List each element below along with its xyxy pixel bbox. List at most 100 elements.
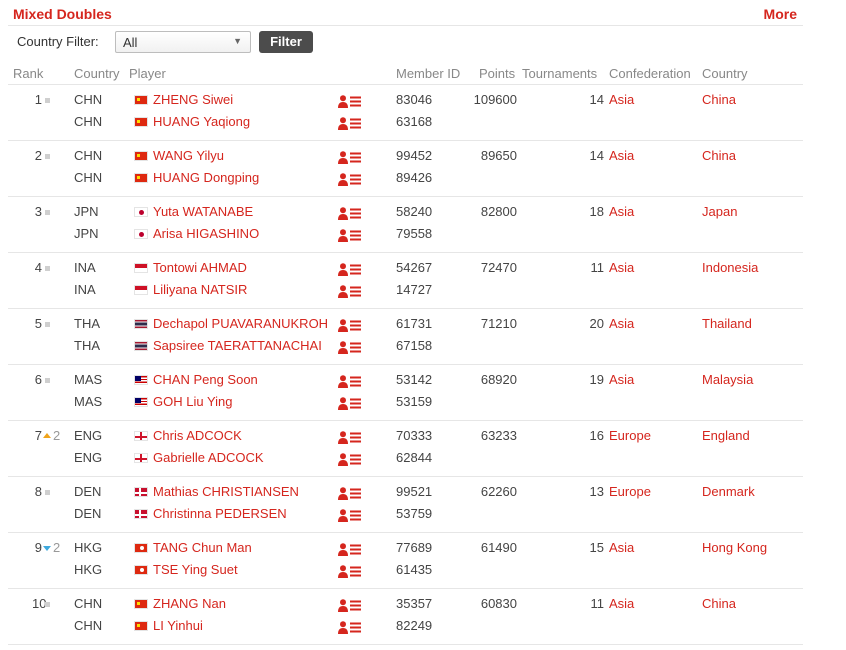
player-profile-icon[interactable] xyxy=(338,151,362,164)
player-profile-icon[interactable] xyxy=(338,341,362,354)
rank-unchanged-icon xyxy=(45,322,50,327)
country-link[interactable]: England xyxy=(702,428,750,443)
player-name-link[interactable]: ZHANG Nan xyxy=(153,596,226,611)
player-profile-icon[interactable] xyxy=(338,621,362,634)
player-profile-icon[interactable] xyxy=(338,375,362,388)
player-profile-icon[interactable] xyxy=(338,95,362,108)
confederation-link[interactable]: Asia xyxy=(609,204,634,219)
member-id: 61731 xyxy=(396,316,433,331)
player-name-link[interactable]: Chris ADCOCK xyxy=(153,428,242,443)
player-country-code: CHN xyxy=(74,92,103,107)
player-name-link[interactable]: Yuta WATANABE xyxy=(153,204,253,219)
eng-flag-icon xyxy=(134,431,148,441)
player-country-code: CHN xyxy=(74,170,103,185)
player-name-link[interactable]: CHAN Peng Soon xyxy=(153,372,258,387)
rank-unchanged-icon xyxy=(45,602,50,607)
player-profile-icon[interactable] xyxy=(338,487,362,500)
country-filter-select[interactable]: All ▼ xyxy=(115,31,251,53)
player-profile-icon[interactable] xyxy=(338,565,362,578)
player-name-link[interactable]: Christinna PEDERSEN xyxy=(153,506,287,521)
player-profile-icon[interactable] xyxy=(338,431,362,444)
country-link[interactable]: China xyxy=(702,148,736,163)
player-profile-icon[interactable] xyxy=(338,453,362,466)
country-link[interactable]: Hong Kong xyxy=(702,540,767,555)
player-name-link[interactable]: HUANG Yaqiong xyxy=(153,114,250,129)
player-name-link[interactable]: Dechapol PUAVARANUKROH xyxy=(153,316,328,331)
country-link[interactable]: China xyxy=(702,596,736,611)
tha-flag-icon xyxy=(134,319,148,329)
player-profile-icon[interactable] xyxy=(338,599,362,612)
player-name-link[interactable]: Mathias CHRISTIANSEN xyxy=(153,484,299,499)
rank-down-arrow-icon xyxy=(43,546,51,551)
confederation-link[interactable]: Asia xyxy=(609,372,634,387)
confederation-link[interactable]: Asia xyxy=(609,260,634,275)
confederation-link[interactable]: Asia xyxy=(609,540,634,555)
player-name-link[interactable]: TANG Chun Man xyxy=(153,540,252,555)
country-link[interactable]: China xyxy=(702,92,736,107)
country-link[interactable]: Japan xyxy=(702,204,737,219)
confederation-link[interactable]: Europe xyxy=(609,484,651,499)
player-country-code: MAS xyxy=(74,372,103,387)
player-name-link[interactable]: ZHENG Siwei xyxy=(153,92,233,107)
player-country-code: HKG xyxy=(74,562,103,577)
player-profile-icon[interactable] xyxy=(338,207,362,220)
player-profile-icon[interactable] xyxy=(338,285,362,298)
country-link[interactable]: Indonesia xyxy=(702,260,758,275)
tournaments-value: 19 xyxy=(589,372,604,387)
member-id: 82249 xyxy=(396,618,433,633)
member-id: 53142 xyxy=(396,372,433,387)
more-link[interactable]: More xyxy=(764,6,797,22)
confederation-link[interactable]: Asia xyxy=(609,148,634,163)
player-profile-icon[interactable] xyxy=(338,543,362,556)
player-name-link[interactable]: Tontowi AHMAD xyxy=(153,260,247,275)
rank-number: 3 xyxy=(34,204,42,219)
ranking-row: 4 INA Tontowi AHMAD 54267 INA Liliyana NATSIR… xyxy=(8,253,803,309)
player-name-link[interactable]: Liliyana NATSIR xyxy=(153,282,247,297)
player-name-link[interactable]: GOH Liu Ying xyxy=(153,394,233,409)
player-name-link[interactable]: TSE Ying Suet xyxy=(153,562,238,577)
mas-flag-icon xyxy=(134,375,148,385)
member-id: 67158 xyxy=(396,338,433,353)
ranking-row: 3 JPN Yuta WATANABE 58240 JPN Arisa HIGASHINO… xyxy=(8,197,803,253)
table-header: Rank Country Player Member ID Points Tou… xyxy=(8,60,803,85)
player-name-link[interactable]: LI Yinhui xyxy=(153,618,203,633)
filter-button[interactable]: Filter xyxy=(259,31,313,53)
country-link[interactable]: Malaysia xyxy=(702,372,753,387)
player-name-link[interactable]: Sapsiree TAERATTANACHAI xyxy=(153,338,322,353)
member-id: 99521 xyxy=(396,484,433,499)
tournaments-value: 18 xyxy=(589,204,604,219)
ranking-row: 6 MAS CHAN Peng Soon 53142 MAS GOH Liu Ying 53… xyxy=(8,365,803,421)
confederation-link[interactable]: Asia xyxy=(609,316,634,331)
tournaments-value: 14 xyxy=(589,148,604,163)
player-country-code: MAS xyxy=(74,394,103,409)
ranking-row: 1 CHN ZHENG Siwei 83046 CHN HUANG Yaqiong 6316… xyxy=(8,85,803,141)
player-name-link[interactable]: WANG Yilyu xyxy=(153,148,224,163)
points-value: 62260 xyxy=(480,484,517,499)
player-name-link[interactable]: Arisa HIGASHINO xyxy=(153,226,259,241)
player-profile-icon[interactable] xyxy=(338,263,362,276)
player-country-code: JPN xyxy=(74,226,99,241)
rank-number: 1 xyxy=(34,92,42,107)
country-link[interactable]: Denmark xyxy=(702,484,755,499)
member-id: 54267 xyxy=(396,260,433,275)
hkg-flag-icon xyxy=(134,565,148,575)
player-name-link[interactable]: Gabrielle ADCOCK xyxy=(153,450,264,465)
player-profile-icon[interactable] xyxy=(338,397,362,410)
player-profile-icon[interactable] xyxy=(338,229,362,242)
player-profile-icon[interactable] xyxy=(338,509,362,522)
player-country-code: DEN xyxy=(74,506,102,521)
member-id: 58240 xyxy=(396,204,433,219)
confederation-link[interactable]: Asia xyxy=(609,92,634,107)
member-id: 35357 xyxy=(396,596,433,611)
player-profile-icon[interactable] xyxy=(338,319,362,332)
column-member-id: Member ID xyxy=(396,66,461,81)
tournaments-value: 14 xyxy=(589,92,604,107)
confederation-link[interactable]: Europe xyxy=(609,428,651,443)
player-profile-icon[interactable] xyxy=(338,117,362,130)
country-filter-label: Country Filter: xyxy=(17,34,99,49)
country-link[interactable]: Thailand xyxy=(702,316,752,331)
confederation-link[interactable]: Asia xyxy=(609,596,634,611)
player-profile-icon[interactable] xyxy=(338,173,362,186)
chn-flag-icon xyxy=(134,151,148,161)
player-name-link[interactable]: HUANG Dongping xyxy=(153,170,259,185)
